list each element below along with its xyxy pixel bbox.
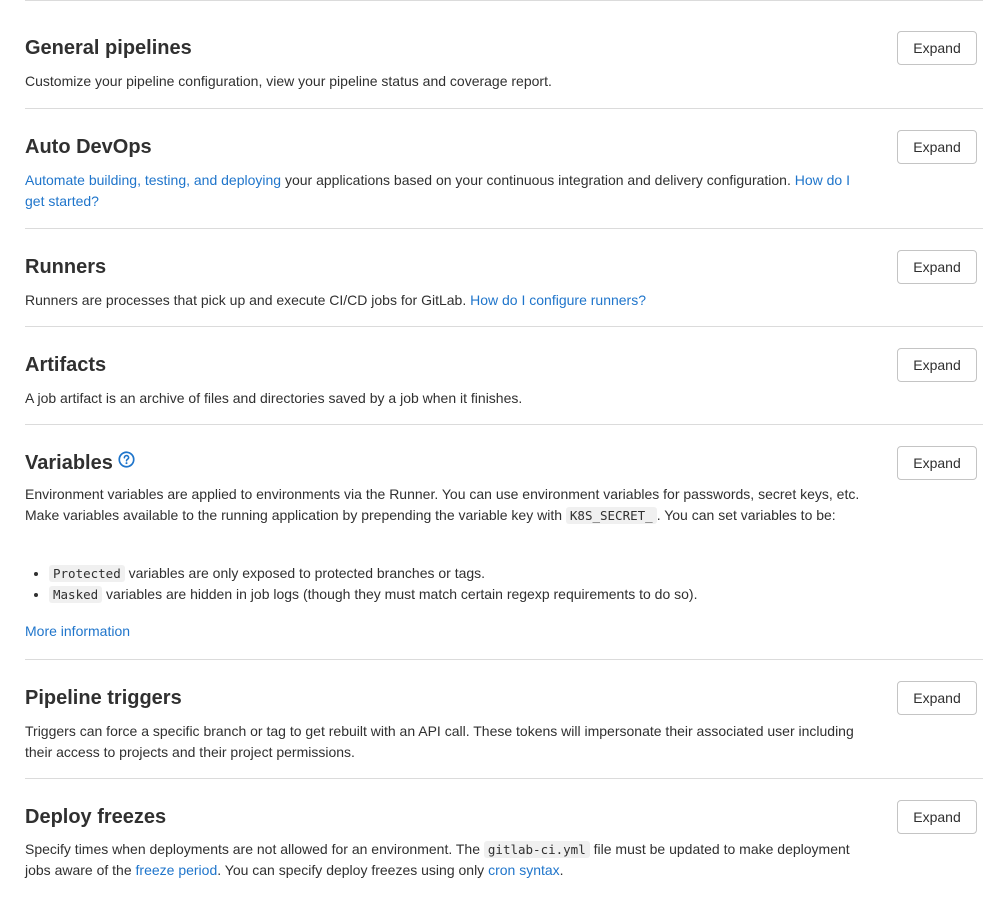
expand-button[interactable]: Expand: [897, 130, 977, 164]
section-general-pipelines: General pipelines Expand Customize your …: [25, 0, 983, 108]
section-runners: Runners Expand Runners are processes tha…: [25, 228, 983, 326]
expand-button[interactable]: Expand: [897, 31, 977, 65]
expand-button[interactable]: Expand: [897, 348, 977, 382]
list-item: Protected variables are only exposed to …: [49, 563, 894, 584]
section-description: A job artifact is an archive of files an…: [25, 390, 523, 406]
section-auto-devops: Auto DevOps Expand Automate building, te…: [25, 108, 983, 228]
section-artifacts: Artifacts Expand A job artifact is an ar…: [25, 326, 983, 424]
inline-code: Masked: [49, 586, 103, 603]
cron-syntax-link[interactable]: cron syntax: [488, 862, 560, 878]
section-deploy-freezes: Deploy freezes Expand Specify times when…: [25, 778, 983, 907]
section-description: Customize your pipeline configuration, v…: [25, 73, 552, 89]
list-item: Masked variables are hidden in job logs …: [49, 584, 894, 605]
expand-button[interactable]: Expand: [897, 446, 977, 480]
section-title: Artifacts: [25, 354, 107, 376]
expand-button[interactable]: Expand: [897, 250, 977, 284]
section-title: Pipeline triggers: [25, 687, 182, 709]
section-description: Environment variables are applied to env…: [25, 486, 860, 524]
ci-cd-settings: General pipelines Expand Customize your …: [25, 0, 983, 907]
section-pipeline-triggers: Pipeline triggers Expand Triggers can fo…: [25, 659, 983, 778]
inline-code: Protected: [49, 565, 125, 582]
section-variables: Variables Expand Environment variables a…: [25, 424, 983, 659]
section-title: Deploy freezes: [25, 806, 167, 828]
question-circle-icon[interactable]: [118, 450, 135, 474]
section-description: Specify times when deployments are not a…: [25, 841, 850, 878]
section-title: General pipelines: [25, 37, 192, 59]
freeze-period-link[interactable]: freeze period: [136, 862, 218, 878]
section-title: Variables: [25, 451, 135, 475]
expand-button[interactable]: Expand: [897, 800, 977, 834]
configure-runners-link[interactable]: How do I configure runners?: [470, 292, 646, 308]
expand-button[interactable]: Expand: [897, 681, 977, 715]
section-description: Triggers can force a specific branch or …: [25, 723, 854, 760]
inline-code: K8S_SECRET_: [565, 507, 657, 524]
variables-list: Protected variables are only exposed to …: [25, 563, 894, 605]
inline-code: gitlab-ci.yml: [483, 841, 590, 858]
more-information-link[interactable]: More information: [25, 621, 130, 642]
section-description: Automate building, testing, and deployin…: [25, 172, 850, 209]
auto-devops-link[interactable]: Automate building, testing, and deployin…: [25, 172, 281, 188]
section-title: Auto DevOps: [25, 136, 152, 158]
section-description: Runners are processes that pick up and e…: [25, 292, 646, 308]
section-title: Runners: [25, 256, 107, 278]
